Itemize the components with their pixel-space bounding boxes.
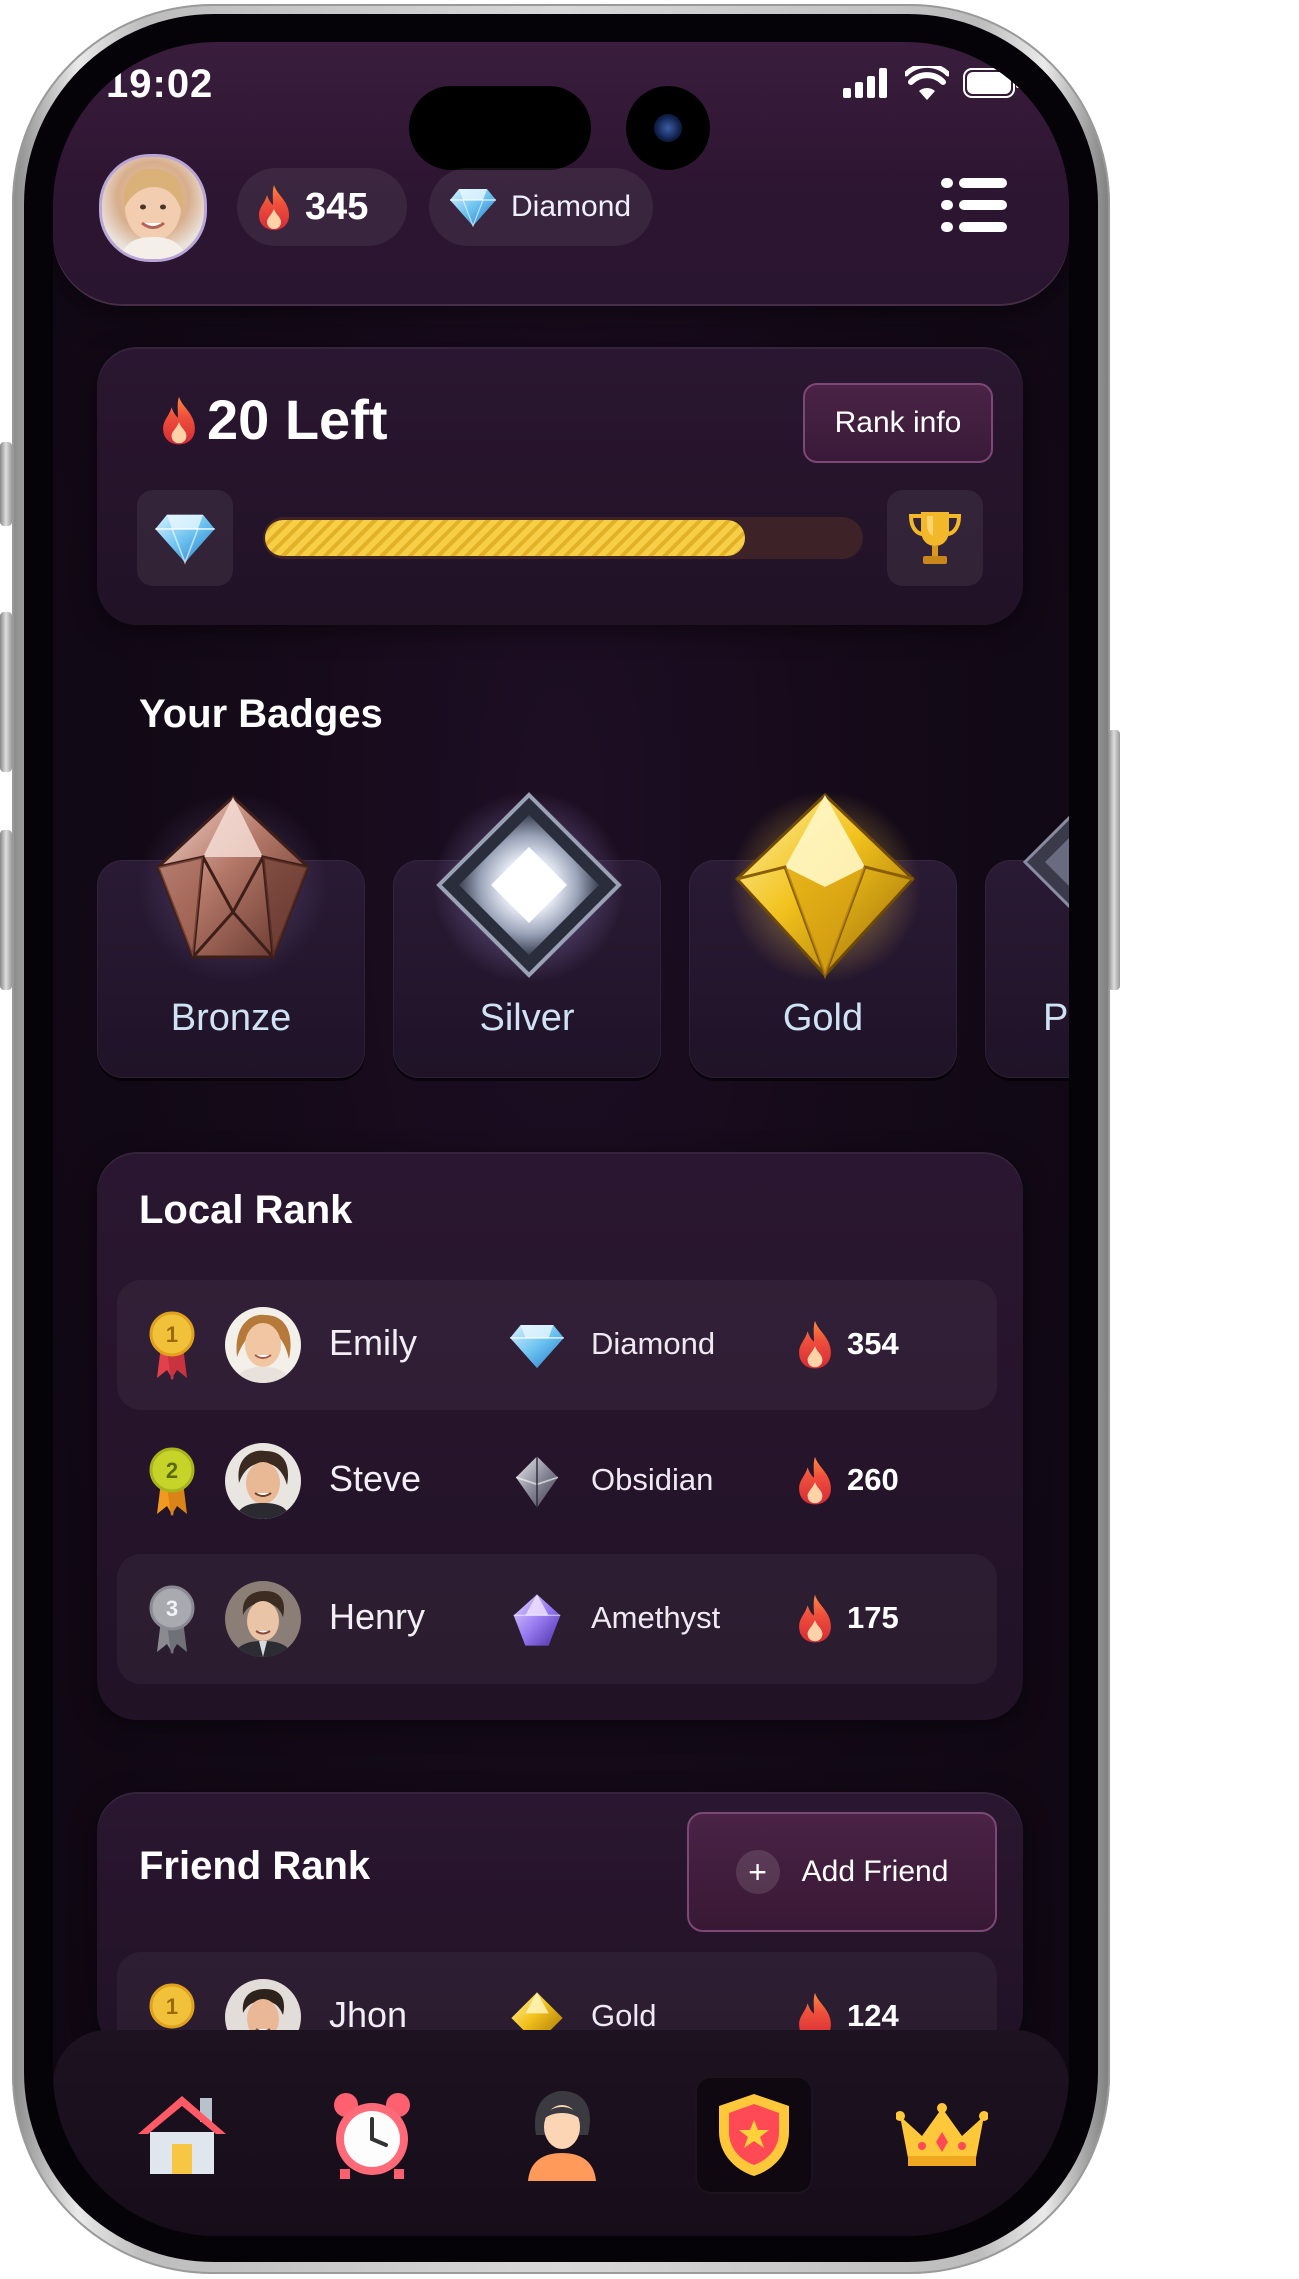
badge-label: Gold (782, 997, 864, 1039)
person-icon (528, 2091, 596, 2181)
left-title: 20 Left (161, 387, 388, 452)
tab-rank[interactable] (695, 2076, 813, 2194)
tier-label: Diamond (511, 190, 632, 223)
player-tier: Amethyst (591, 1600, 721, 1635)
medal-number: 1 (166, 1994, 178, 2019)
trophy-icon (908, 512, 962, 564)
rank-row[interactable]: 1 Emily Diamond 354 (117, 1280, 997, 1410)
battery-icon (963, 68, 1020, 98)
player-score: 175 (847, 1600, 899, 1635)
shield-star-icon (719, 2094, 789, 2176)
player-name: Steve (329, 1458, 422, 1499)
next-tier-icon-box (887, 490, 983, 586)
alarm-clock-icon (334, 2093, 410, 2179)
dynamic-island (409, 86, 591, 170)
plus-icon: + (735, 1850, 780, 1894)
player-score: 124 (847, 1998, 899, 2033)
badge-label: Silver (479, 997, 575, 1039)
gold-gem-icon (729, 791, 921, 983)
mute-switch (0, 442, 12, 526)
player-tier: Obsidian (591, 1462, 714, 1497)
silver-gem-icon (433, 791, 625, 983)
flame-icon (259, 185, 289, 230)
tab-profile[interactable] (507, 2080, 617, 2190)
rank-info-button[interactable]: Rank info (803, 383, 993, 463)
header-panel: 19:02 345 Diamond (53, 42, 1069, 304)
current-tier-icon-box (137, 490, 233, 586)
player-score: 260 (847, 1462, 899, 1497)
rank-row[interactable]: 2 Steve Obsidian 260 (117, 1416, 997, 1546)
add-friend-label: Add Friend (801, 1855, 949, 1888)
status-time: 19:02 (106, 62, 214, 106)
player-name: Emily (329, 1322, 417, 1363)
signal-icon (843, 68, 887, 98)
bronze-medal-icon: 3 (149, 1585, 195, 1654)
crown-icon (896, 2103, 988, 2166)
tab-leaderboard[interactable] (887, 2080, 997, 2190)
flame-icon (799, 1594, 831, 1643)
platinum-gem-icon (1022, 815, 1069, 909)
power-button (1108, 730, 1120, 990)
app-screen: 19:02 345 Diamond 20 Left Rank info Your… (53, 42, 1069, 2236)
player-score: 354 (847, 1326, 899, 1361)
tier-pill[interactable]: Diamond (429, 168, 653, 246)
badge-label: Bronze (170, 997, 292, 1039)
add-friend-button[interactable]: + Add Friend (687, 1812, 997, 1932)
streak-count: 345 (305, 185, 369, 228)
rank-progress-card: 20 Left Rank info (97, 347, 1023, 625)
tab-alarm[interactable] (317, 2080, 427, 2190)
avatar (225, 1307, 301, 1383)
friend-rank-card: Friend Rank + Add Friend 1 Jhon Gold 124 (97, 1792, 1023, 2082)
rank-progress-fill (265, 520, 745, 556)
obsidian-gem-icon (515, 1456, 559, 1508)
diamond-gem-icon (450, 189, 496, 227)
gold-medal-icon: 1 (149, 1311, 195, 1380)
volume-down-button (0, 830, 12, 990)
player-tier: Gold (591, 1998, 657, 2033)
flame-icon (799, 1456, 831, 1505)
local-rank-card: Local Rank 1 Emily Diamond 354 2 Steve O… (97, 1152, 1023, 1720)
player-name: Henry (329, 1596, 426, 1637)
user-avatar[interactable] (99, 154, 207, 262)
flame-icon (799, 1320, 831, 1369)
streak-pill[interactable]: 345 (237, 168, 407, 246)
silver-medal-icon: 2 (149, 1447, 195, 1516)
rank-row[interactable]: 3 Henry Amethyst 175 (117, 1554, 997, 1684)
local-rank-title: Local Rank (139, 1188, 353, 1232)
points-left-label: 20 Left (207, 388, 388, 451)
user-face-icon (120, 168, 186, 259)
bronze-gem-icon (138, 792, 328, 982)
avatar (225, 1443, 301, 1519)
avatar (225, 1581, 301, 1657)
amethyst-gem-icon (513, 1594, 561, 1646)
medal-number: 2 (166, 1458, 178, 1483)
house-icon (138, 2096, 226, 2174)
medal-number: 3 (166, 1596, 178, 1621)
player-tier: Diamond (591, 1326, 716, 1361)
bottom-tab-bar (53, 2030, 1069, 2236)
rank-progress-bar (263, 517, 863, 559)
badges-title: Your Badges (139, 692, 383, 736)
volume-up-button (0, 612, 12, 772)
medal-number: 1 (166, 1322, 178, 1347)
diamond-gem-icon (510, 1325, 564, 1369)
tab-home[interactable] (127, 2080, 237, 2190)
menu-button[interactable] (941, 178, 1007, 232)
status-icons (843, 66, 1021, 100)
friend-rank-title: Friend Rank (139, 1844, 371, 1888)
wifi-icon (905, 66, 949, 100)
front-camera (626, 86, 710, 170)
flame-icon (163, 396, 195, 444)
diamond-gem-icon (155, 514, 215, 565)
badge-label: P (1043, 997, 1069, 1039)
